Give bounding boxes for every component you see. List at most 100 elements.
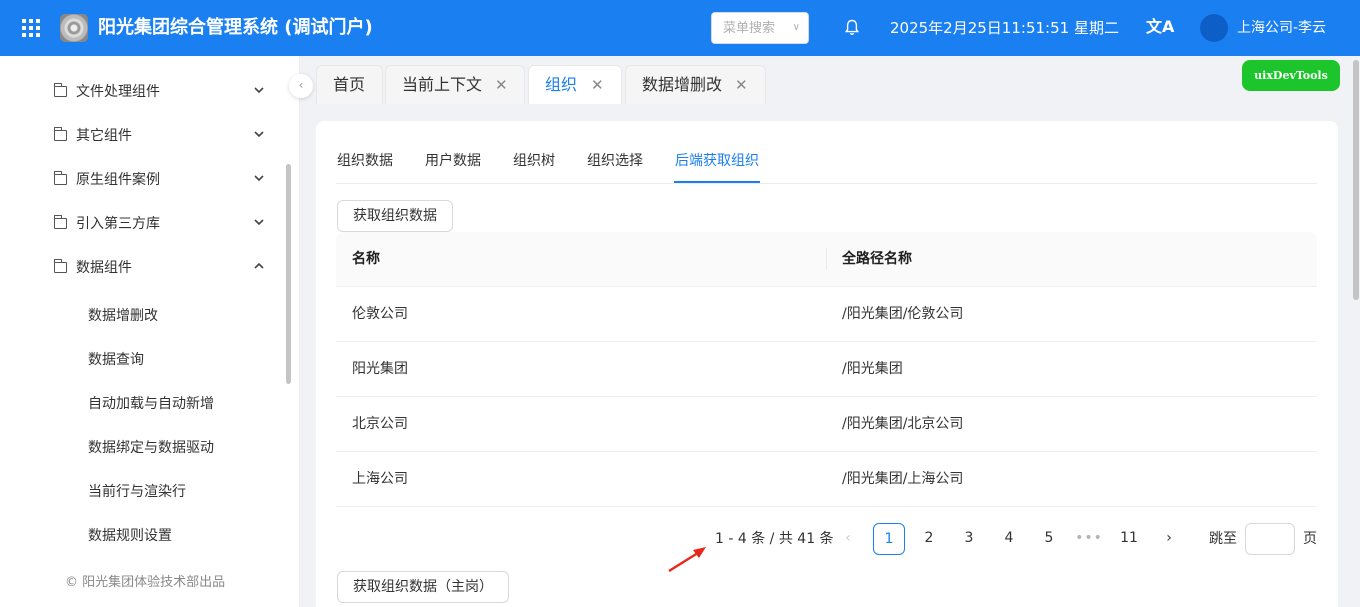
column-header-name[interactable]: 名称 (352, 249, 380, 269)
subtab-org-tree[interactable]: 组织树 (513, 151, 555, 171)
cell-fullpath: /阳光集团/上海公司 (842, 471, 964, 487)
sidebar-item-rules[interactable]: 数据规则设置 (0, 513, 290, 557)
sidebar-item-label: 数据绑定与数据驱动 (88, 440, 214, 456)
sidebar-item-label: 数据规则设置 (88, 528, 172, 544)
sidebar-group-label: 数据组件 (76, 260, 132, 276)
cell-fullpath: /阳光集团 (842, 361, 903, 377)
folder-icon (53, 127, 67, 141)
pagination-page-1[interactable]: 1 (873, 523, 905, 555)
sidebar-item-label: 数据查询 (88, 352, 144, 368)
tab-organization[interactable]: 组织 ✕ (528, 65, 622, 104)
sidebar-group-label: 原生组件案例 (76, 172, 160, 188)
fetch-org-data-main-button[interactable]: 获取组织数据（主岗） (337, 571, 509, 603)
cell-fullpath: /阳光集团/北京公司 (842, 416, 964, 432)
chevron-up-icon (254, 262, 264, 269)
cell-fullpath: /阳光集团/伦敦公司 (842, 306, 964, 322)
content-card: 组织数据 用户数据 组织树 组织选择 后端获取组织 获取组织数据 名称 全路径名… (316, 121, 1338, 607)
folder-icon (53, 171, 67, 185)
red-arrow-annotation (668, 547, 706, 573)
sidebar-group-label: 引入第三方库 (76, 216, 160, 232)
sidebar-item-crud[interactable]: 数据增删改 (0, 293, 290, 337)
chevron-down-icon (254, 175, 264, 182)
translate-icon[interactable]: 文A (1146, 17, 1174, 37)
close-icon[interactable]: ✕ (591, 66, 604, 104)
sidebar-group-label: 其它组件 (76, 128, 132, 144)
subtab-active-indicator (674, 181, 760, 183)
sidebar-group-other[interactable]: 其它组件 (0, 113, 290, 157)
sidebar-item-query[interactable]: 数据查询 (0, 337, 290, 381)
subtab-org-data[interactable]: 组织数据 (337, 151, 393, 171)
sidebar-group-native[interactable]: 原生组件案例 (0, 157, 290, 201)
pagination-total: 1 - 4 条 / 共 41 条 (715, 531, 834, 547)
sidebar-footer: © 阳光集团体验技术部出品 (65, 575, 226, 590)
cell-name: 伦敦公司 (352, 306, 408, 322)
tab-label: 数据增删改 (642, 75, 723, 94)
menu-search-input[interactable] (712, 13, 792, 43)
sidebar-item-binding[interactable]: 数据绑定与数据驱动 (0, 425, 290, 469)
close-icon[interactable]: ✕ (735, 66, 748, 104)
folder-icon (53, 215, 67, 229)
folder-icon (53, 83, 67, 97)
app-logo (60, 14, 88, 42)
chevron-down-icon (254, 131, 264, 138)
sidebar-item-current-row[interactable]: 当前行与渲染行 (0, 469, 290, 513)
pagination-ellipsis[interactable]: ••• (1073, 523, 1105, 555)
cell-name: 北京公司 (352, 416, 408, 432)
devtools-button[interactable]: uixDevTools (1242, 60, 1340, 91)
pagination-page-4[interactable]: 4 (993, 523, 1025, 555)
sidebar-item-label: 自动加载与自动新增 (88, 396, 214, 412)
pagination-jump-unit: 页 (1303, 531, 1317, 547)
column-divider (826, 248, 827, 270)
column-header-fullpath[interactable]: 全路径名称 (842, 249, 912, 269)
avatar[interactable] (1200, 14, 1228, 42)
cell-name: 上海公司 (352, 471, 408, 487)
bell-icon[interactable] (845, 19, 859, 36)
sidebar-item-label: 数据增删改 (88, 308, 158, 324)
folder-icon (53, 259, 67, 273)
tab-label: 首页 (333, 75, 366, 94)
table-row[interactable]: 阳光集团 /阳光集团 (336, 342, 1317, 397)
chevron-down-icon[interactable]: ∨ (793, 22, 800, 33)
sidebar-item-autoload[interactable]: 自动加载与自动新增 (0, 381, 290, 425)
sidebar: 文件处理组件 其它组件 原生组件案例 引入第三方库 数据组件 数据增删改 数据查… (0, 56, 300, 607)
sidebar-group-file-processing[interactable]: 文件处理组件 (0, 69, 290, 113)
pagination-page-2[interactable]: 2 (913, 523, 945, 555)
menu-search[interactable]: ∨ (711, 12, 809, 44)
cell-name: 阳光集团 (352, 361, 408, 377)
pagination-jump-input[interactable] (1245, 523, 1295, 555)
tab-current-context[interactable]: 当前上下文 ✕ (385, 65, 525, 104)
tab-label: 当前上下文 (402, 75, 483, 94)
sidebar-item-label: 当前行与渲染行 (88, 484, 186, 500)
pagination-jump-label: 跳至 (1209, 531, 1237, 547)
tab-home[interactable]: 首页 (316, 65, 383, 104)
sidebar-group-label: 文件处理组件 (76, 84, 160, 100)
apps-grid-icon[interactable] (22, 19, 40, 37)
subtab-org-select[interactable]: 组织选择 (587, 151, 643, 171)
sidebar-collapse-button[interactable]: ‹ (289, 74, 313, 98)
app-header: 阳光集团综合管理系统 (调试门户) ∨ 2025年2月25日11:51:51 星… (0, 0, 1360, 56)
pagination-next-button[interactable]: › (1153, 523, 1185, 555)
fetch-org-data-button[interactable]: 获取组织数据 (337, 200, 453, 232)
subtab-backend-org[interactable]: 后端获取组织 (675, 151, 759, 171)
subtab-user-data[interactable]: 用户数据 (425, 151, 481, 171)
sidebar-group-data[interactable]: 数据组件 (0, 245, 290, 289)
chevron-down-icon (254, 219, 264, 226)
sidebar-group-third-party[interactable]: 引入第三方库 (0, 201, 290, 245)
pagination-page-3[interactable]: 3 (953, 523, 985, 555)
page-scrollbar[interactable] (1353, 60, 1359, 300)
chevron-down-icon (254, 87, 264, 94)
tab-label: 组织 (545, 75, 578, 94)
subtab-divider (336, 183, 1317, 184)
user-name[interactable]: 上海公司-李云 (1237, 18, 1326, 38)
app-title: 阳光集团综合管理系统 (调试门户) (98, 17, 373, 38)
tab-data-crud[interactable]: 数据增删改 ✕ (625, 65, 766, 104)
current-datetime: 2025年2月25日11:51:51 星期二 (890, 19, 1119, 37)
pagination-page-last[interactable]: 11 (1113, 523, 1145, 555)
table-row[interactable]: 北京公司 /阳光集团/北京公司 (336, 397, 1317, 452)
table-row[interactable]: 伦敦公司 /阳光集团/伦敦公司 (336, 287, 1317, 342)
table-row[interactable]: 上海公司 /阳光集团/上海公司 (336, 452, 1317, 507)
pagination-page-5[interactable]: 5 (1033, 523, 1065, 555)
pagination-prev-button[interactable]: ‹ (832, 523, 864, 555)
close-icon[interactable]: ✕ (495, 66, 508, 104)
sidebar-scrollbar[interactable] (286, 164, 291, 384)
